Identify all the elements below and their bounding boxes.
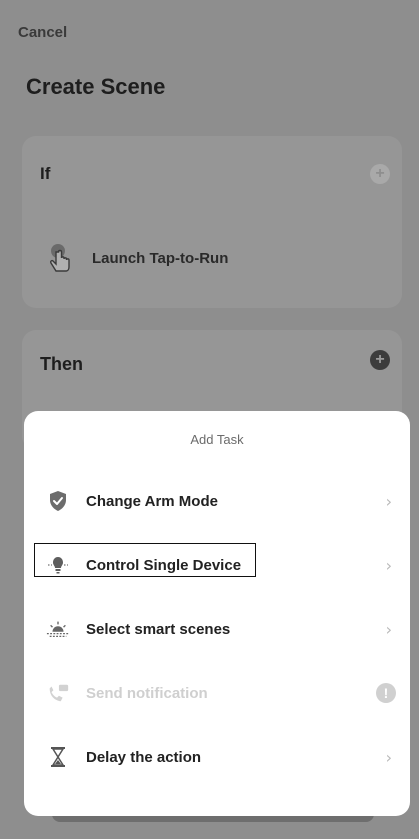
- then-card-title: Then: [40, 354, 83, 374]
- task-item-change-arm-mode[interactable]: Change Arm Mode ›: [24, 481, 410, 521]
- sheet-title: Add Task: [190, 432, 244, 447]
- phone-message-icon: [46, 681, 70, 705]
- task-label: Delay the action: [86, 748, 202, 766]
- add-task-button[interactable]: +: [370, 350, 390, 370]
- plus-circle-icon: +: [375, 351, 385, 368]
- create-scene-screen: Cancel Create Scene If + Launch Tap-to-R…: [0, 0, 419, 839]
- cancel-button[interactable]: Cancel: [18, 24, 67, 41]
- task-label: Control Single Device: [86, 556, 242, 574]
- task-item-select-smart-scenes[interactable]: Select smart scenes ›: [24, 609, 410, 649]
- add-condition-button[interactable]: +: [370, 164, 390, 184]
- info-icon[interactable]: !: [376, 683, 396, 703]
- plus-circle-icon: +: [375, 165, 385, 182]
- sunrise-icon: [46, 617, 70, 641]
- shield-icon: [46, 489, 70, 513]
- task-label: Change Arm Mode: [86, 492, 218, 510]
- page-title: Create Scene: [26, 74, 166, 99]
- task-item-control-single-device[interactable]: Control Single Device ›: [24, 543, 410, 585]
- if-card-title: If: [40, 164, 51, 183]
- condition-row[interactable]: Launch Tap-to-Run: [46, 242, 228, 274]
- chevron-right-icon: ›: [385, 555, 392, 575]
- chevron-right-icon: ›: [385, 491, 392, 511]
- hourglass-icon: [46, 745, 70, 769]
- task-item-delay-the-action[interactable]: Delay the action ›: [24, 737, 410, 777]
- add-task-sheet: Add Task Change Arm Mode › Control Singl…: [24, 411, 410, 816]
- condition-label: Launch Tap-to-Run: [92, 249, 229, 267]
- bulb-icon: [46, 553, 70, 577]
- task-label: Send notification: [86, 684, 208, 702]
- chevron-right-icon: ›: [385, 619, 392, 639]
- task-item-send-notification[interactable]: Send notification !: [24, 673, 410, 713]
- task-label: Select smart scenes: [86, 620, 231, 638]
- tap-hand-icon: [50, 244, 70, 272]
- chevron-right-icon: ›: [385, 747, 392, 767]
- if-card: If + Launch Tap-to-Run: [22, 136, 402, 308]
